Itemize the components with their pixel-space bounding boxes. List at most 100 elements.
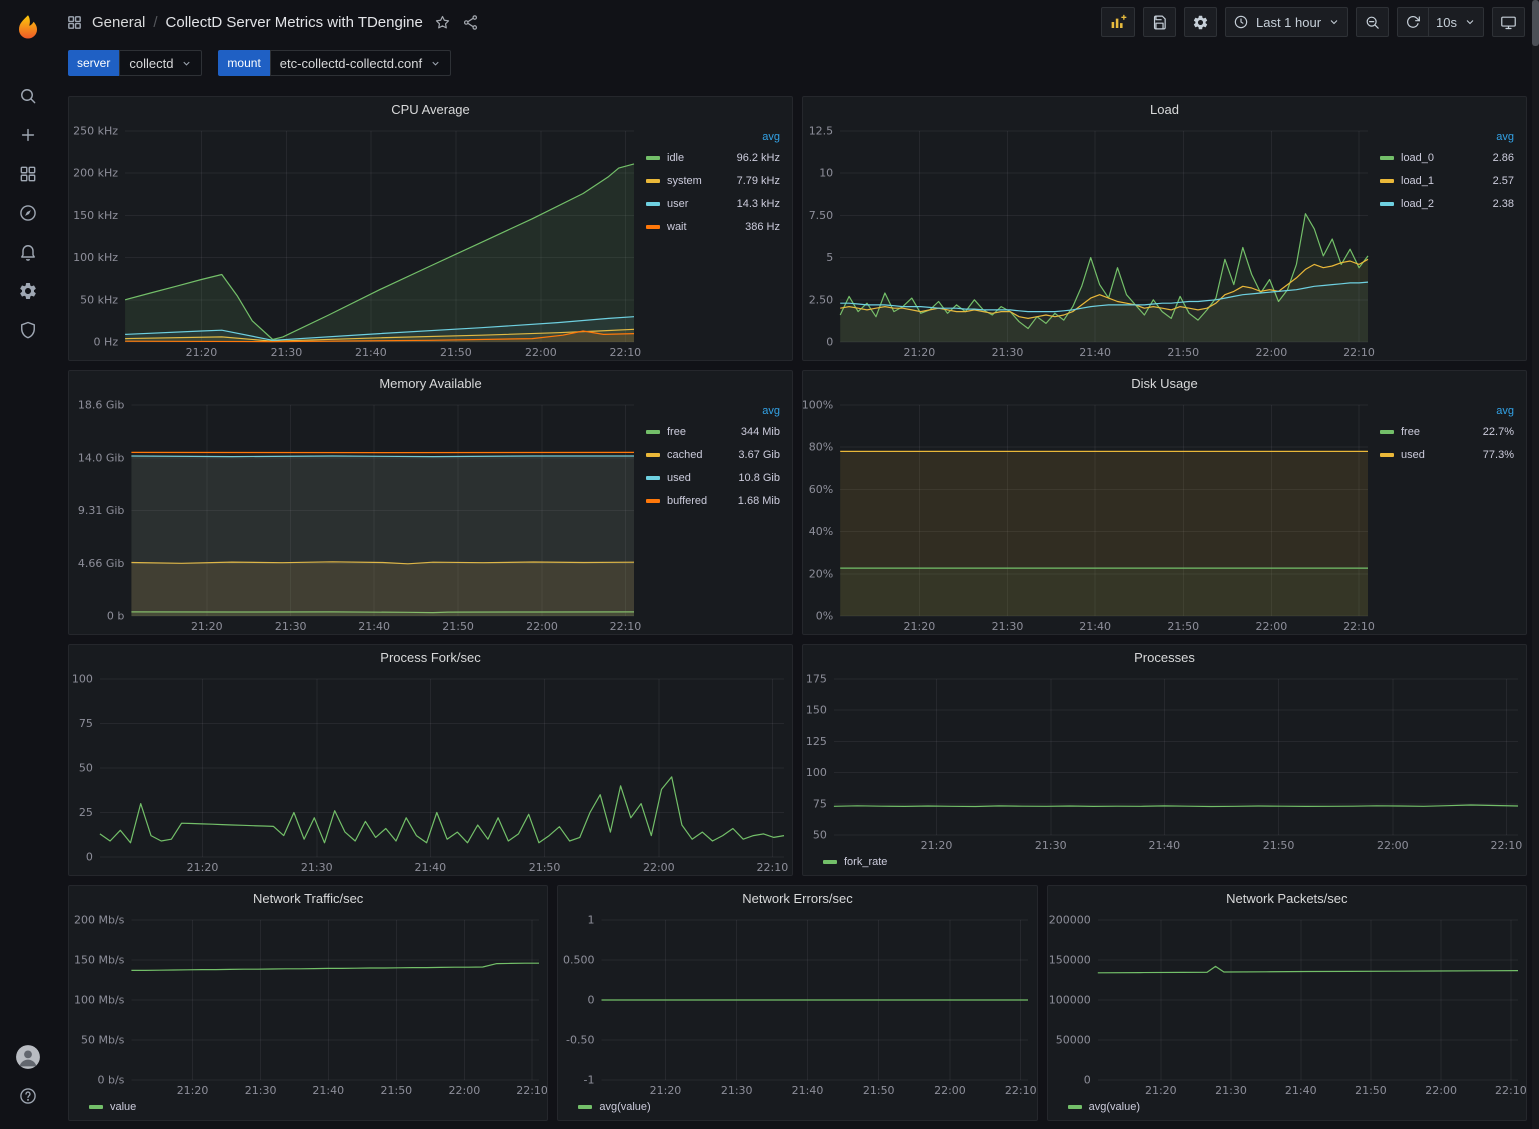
chart-processes[interactable]: 507510012515017521:2021:3021:4021:5022:0… [803, 671, 1526, 853]
svg-text:22:10: 22:10 [1343, 346, 1375, 359]
svg-text:21:40: 21:40 [1285, 1084, 1317, 1097]
panel-title-process-fork-sec[interactable]: Process Fork/sec [69, 645, 792, 671]
add-panel-button[interactable] [1101, 7, 1135, 37]
panel-title-disk-usage[interactable]: Disk Usage [803, 371, 1526, 397]
chart-process-fork-sec[interactable]: 025507510021:2021:3021:4021:5022:0022:10 [69, 671, 792, 875]
refresh-interval-label: 10s [1436, 15, 1457, 30]
variable-picker-mount[interactable]: etc-collectd-collectd.conf [270, 50, 451, 76]
svg-text:20%: 20% [809, 567, 833, 580]
search-icon[interactable] [8, 76, 48, 115]
svg-text:22:00: 22:00 [1377, 839, 1409, 852]
legend-item-user[interactable]: user14.3 kHz [646, 192, 780, 215]
svg-text:150 kHz: 150 kHz [73, 209, 118, 222]
apps-grid-icon[interactable] [66, 14, 83, 31]
share-icon[interactable] [462, 14, 479, 31]
explore-compass-icon[interactable] [8, 193, 48, 232]
legend-item-load-1[interactable]: load_12.57 [1380, 169, 1514, 192]
legend-item-avg-value[interactable]: avg(value) [1068, 1101, 1140, 1113]
panel-title-load[interactable]: Load [803, 97, 1526, 123]
panel-title-network-packets-sec[interactable]: Network Packets/sec [1048, 886, 1526, 912]
legend-avg-header[interactable]: avg [646, 405, 780, 417]
series-color-dash [646, 499, 660, 503]
create-plus-icon[interactable] [8, 115, 48, 154]
svg-text:21:30: 21:30 [271, 346, 303, 359]
user-avatar[interactable] [8, 1037, 48, 1076]
legend-item-load-2[interactable]: load_22.38 [1380, 192, 1514, 215]
zoom-out-button[interactable] [1356, 7, 1389, 37]
chart-load[interactable]: 02.5057.501012.521:2021:3021:4021:5022:0… [803, 123, 1376, 360]
chart-network-packets-sec[interactable]: 05000010000015000020000021:2021:3021:402… [1048, 912, 1526, 1098]
series-name: used [1401, 449, 1425, 461]
help-icon[interactable] [8, 1076, 48, 1115]
scrollbar[interactable] [1532, 0, 1539, 1129]
series-name: value [110, 1101, 136, 1113]
legend-avg-header[interactable]: avg [1380, 405, 1514, 417]
refresh-button[interactable] [1397, 7, 1429, 37]
legend-item-free[interactable]: free22.7% [1380, 420, 1514, 443]
svg-text:21:40: 21:40 [1079, 620, 1111, 633]
svg-text:21:20: 21:20 [921, 839, 953, 852]
chart-memory-available[interactable]: 0 b4.66 Gib9.31 Gib14.0 Gib18.6 Gib21:20… [69, 397, 642, 634]
svg-text:21:30: 21:30 [275, 620, 307, 633]
series-color-dash [646, 225, 660, 229]
legend-item-idle[interactable]: idle96.2 kHz [646, 146, 780, 169]
panel-title-network-traffic-sec[interactable]: Network Traffic/sec [69, 886, 547, 912]
legend-item-value[interactable]: value [89, 1101, 136, 1113]
grafana-logo-icon[interactable] [8, 8, 48, 48]
legend-item-system[interactable]: system7.79 kHz [646, 169, 780, 192]
series-color-dash [1380, 202, 1394, 206]
series-avg-value: 2.38 [1493, 198, 1514, 210]
legend-item-avg-value[interactable]: avg(value) [578, 1101, 650, 1113]
configuration-gear-icon[interactable] [8, 271, 48, 310]
series-name: free [1401, 426, 1420, 438]
panel-title-memory-available[interactable]: Memory Available [69, 371, 792, 397]
svg-text:21:20: 21:20 [177, 1084, 209, 1097]
save-dashboard-button[interactable] [1143, 7, 1176, 37]
cycle-view-mode-button[interactable] [1492, 7, 1525, 37]
svg-text:21:30: 21:30 [992, 620, 1024, 633]
panel-title-cpu-average[interactable]: CPU Average [69, 97, 792, 123]
dashboards-icon[interactable] [8, 154, 48, 193]
dashboard-settings-button[interactable] [1184, 7, 1217, 37]
scrollbar-thumb[interactable] [1532, 0, 1539, 46]
alerting-bell-icon[interactable] [8, 232, 48, 271]
panel-title-network-errors-sec[interactable]: Network Errors/sec [558, 886, 1036, 912]
svg-text:21:40: 21:40 [1079, 346, 1111, 359]
star-icon[interactable] [434, 14, 451, 31]
svg-text:22:00: 22:00 [1256, 346, 1288, 359]
chart-network-errors-sec[interactable]: -1-0.5000.500121:2021:3021:4021:5022:002… [558, 912, 1036, 1098]
series-color-dash [646, 156, 660, 160]
chart-disk-usage[interactable]: 0%20%40%60%80%100%21:2021:3021:4021:5022… [803, 397, 1376, 634]
chart-network-traffic-sec[interactable]: 0 b/s50 Mb/s100 Mb/s150 Mb/s200 Mb/s21:2… [69, 912, 547, 1098]
breadcrumb-folder[interactable]: General [92, 14, 145, 31]
legend-item-used[interactable]: used10.8 Gib [646, 466, 780, 489]
chart-cpu-average[interactable]: 0 Hz50 kHz100 kHz150 kHz200 kHz250 kHz21… [69, 123, 642, 360]
variable-picker-server[interactable]: collectd [119, 50, 202, 76]
svg-text:22:10: 22:10 [757, 861, 789, 874]
svg-text:21:40: 21:40 [1148, 839, 1180, 852]
legend-network-packets-sec: avg(value) [1048, 1098, 1526, 1120]
series-color-dash [646, 179, 660, 183]
svg-text:21:50: 21:50 [440, 346, 472, 359]
legend-item-used[interactable]: used77.3% [1380, 443, 1514, 466]
svg-text:150: 150 [806, 704, 827, 717]
save-icon [1151, 14, 1168, 31]
legend-avg-header[interactable]: avg [1380, 131, 1514, 143]
legend-item-cached[interactable]: cached3.67 Gib [646, 443, 780, 466]
chevron-down-icon [430, 58, 441, 69]
chevron-down-icon [1328, 16, 1340, 28]
legend-item-buffered[interactable]: buffered1.68 Mib [646, 489, 780, 512]
legend-item-load-0[interactable]: load_02.86 [1380, 146, 1514, 169]
refresh-interval-picker[interactable]: 10s [1429, 7, 1484, 37]
panel-network-traffic-sec: Network Traffic/sec0 b/s50 Mb/s100 Mb/s1… [68, 885, 548, 1121]
legend-item-fork-rate[interactable]: fork_rate [823, 856, 887, 868]
svg-text:50 kHz: 50 kHz [80, 293, 118, 306]
legend-avg-header[interactable]: avg [646, 131, 780, 143]
server-admin-shield-icon[interactable] [8, 310, 48, 349]
panel-title-processes[interactable]: Processes [803, 645, 1526, 671]
legend-item-wait[interactable]: wait386 Hz [646, 215, 780, 238]
series-name: avg(value) [599, 1101, 650, 1113]
dashboard-title: CollectD Server Metrics with TDengine [166, 14, 423, 31]
legend-item-free[interactable]: free344 Mib [646, 420, 780, 443]
time-range-picker[interactable]: Last 1 hour [1225, 7, 1348, 37]
